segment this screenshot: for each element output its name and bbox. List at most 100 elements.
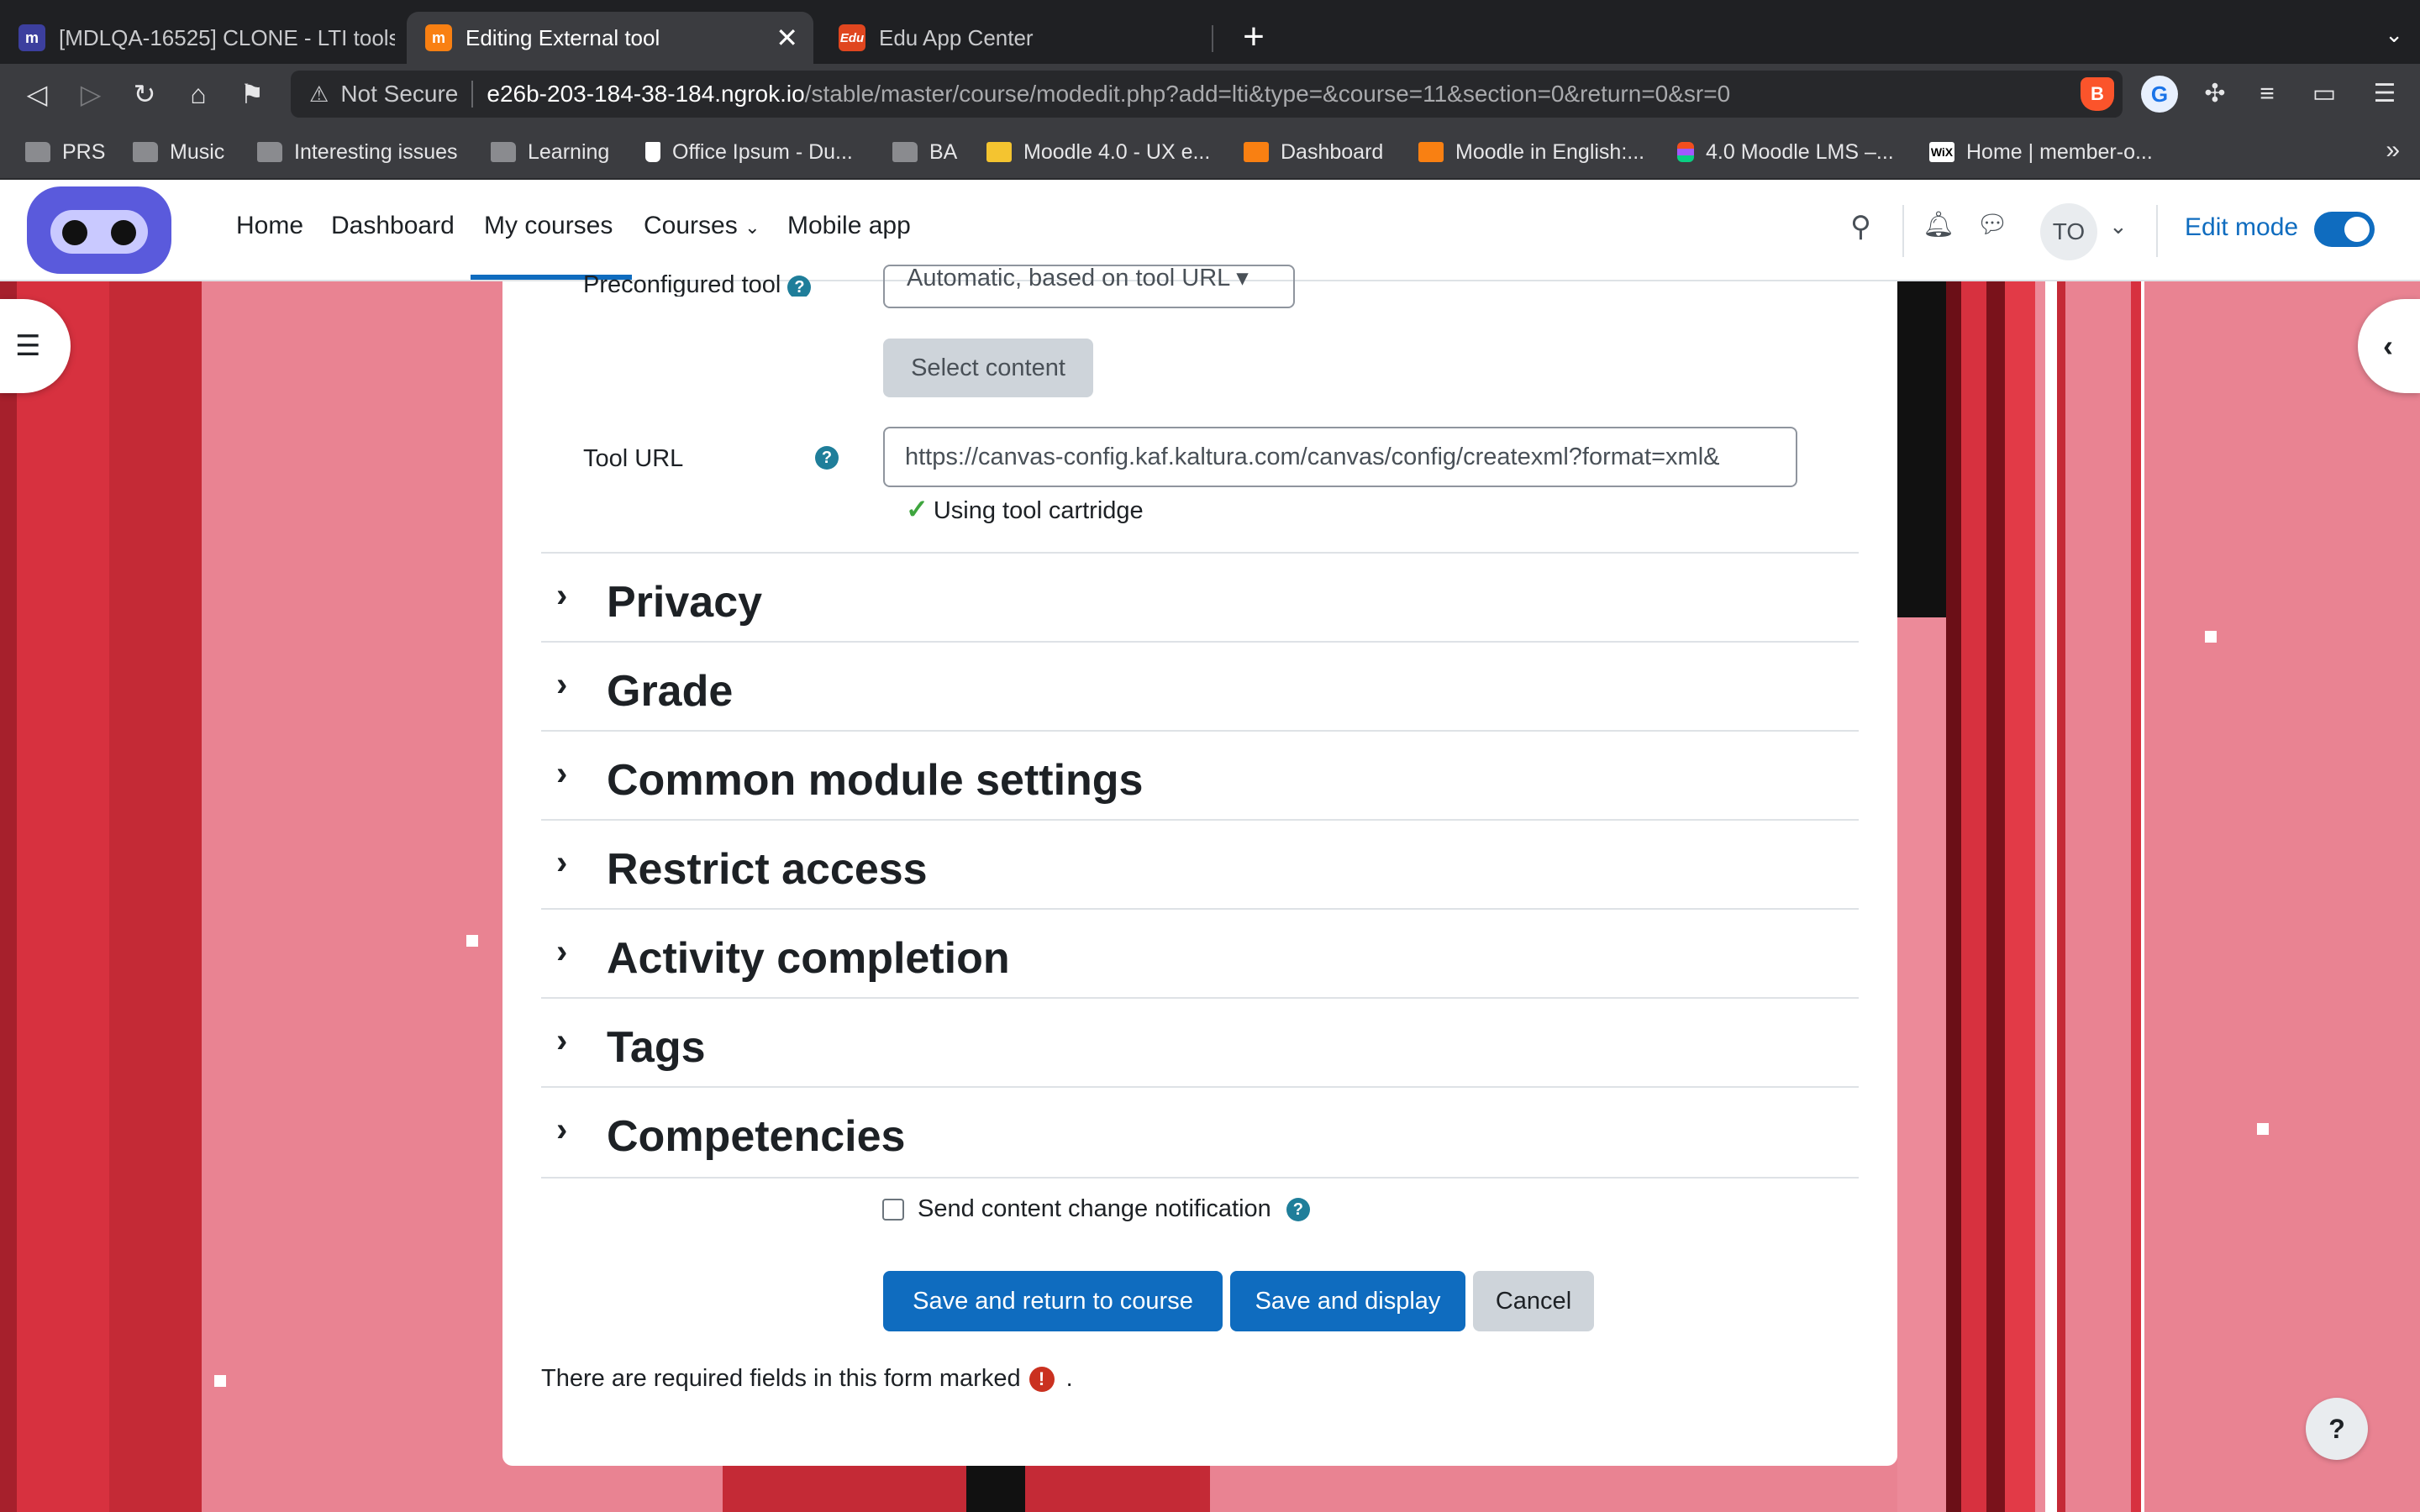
- address-separator: [471, 81, 474, 108]
- browser-tab-bar: m [MDLQA-16525] CLONE - LTI tools c m Ed…: [0, 0, 2420, 64]
- bookmark-prs[interactable]: PRS: [25, 138, 105, 166]
- preconfigured-tool-select[interactable]: Automatic, based on tool URL ▾: [883, 265, 1295, 308]
- forward-icon[interactable]: ▷: [72, 76, 109, 113]
- browser-tab-editing-external-tool[interactable]: m Editing External tool ✕: [407, 12, 813, 64]
- bookmark-moodle-ux[interactable]: Moodle 4.0 - UX e...: [986, 138, 1210, 166]
- section-restrict-access[interactable]: › Restrict access: [541, 819, 1859, 908]
- notification-bell-icon[interactable]: 🔔︎: [1923, 210, 1954, 239]
- logo-eye: [62, 220, 87, 245]
- google-translate-icon[interactable]: G: [2141, 76, 2178, 113]
- preconfigured-tool-value: Automatic, based on tool URL: [907, 265, 1230, 291]
- section-activity-completion[interactable]: › Activity completion: [541, 908, 1859, 997]
- bookmark-interesting-issues[interactable]: Interesting issues: [257, 138, 458, 166]
- messages-icon[interactable]: 💬︎: [1976, 210, 2008, 239]
- bookmark-icon[interactable]: ⚑: [234, 76, 271, 113]
- nav-my-courses[interactable]: My courses: [484, 212, 613, 240]
- bookmark-dashboard[interactable]: Dashboard: [1244, 138, 1383, 166]
- home-icon[interactable]: ⌂: [180, 76, 217, 113]
- save-and-display-button[interactable]: Save and display: [1230, 1271, 1465, 1331]
- moodle-icon: [1244, 142, 1269, 162]
- background-stripe: [1946, 281, 1961, 1512]
- section-tags[interactable]: › Tags: [541, 997, 1859, 1086]
- nav-courses[interactable]: Courses ⌄: [644, 212, 760, 240]
- bookmark-learning[interactable]: Learning: [491, 138, 609, 166]
- url-path: /stable/master/course/modedit.php?add=lt…: [804, 81, 1731, 107]
- brave-shield-icon[interactable]: B: [2081, 77, 2114, 111]
- required-fields-end: .: [1065, 1365, 1073, 1392]
- help-icon[interactable]: ?: [787, 276, 812, 297]
- bookmark-music[interactable]: Music: [133, 138, 224, 166]
- nav-dashboard[interactable]: Dashboard: [331, 212, 455, 240]
- background-stripe: [2045, 281, 2057, 1512]
- section-common-module-settings[interactable]: › Common module settings: [541, 730, 1859, 819]
- user-avatar[interactable]: TO: [2040, 203, 2097, 260]
- section-privacy[interactable]: › Privacy: [541, 552, 1859, 641]
- tool-url-label: Tool URL: [583, 445, 684, 472]
- background-stripe: [2057, 281, 2065, 1512]
- navbar-divider: [1902, 205, 1904, 257]
- tab-list-chevron-icon[interactable]: ⌄: [2385, 22, 2403, 48]
- cancel-button[interactable]: Cancel: [1473, 1271, 1594, 1331]
- edu-app-icon: Edu: [839, 24, 865, 51]
- background-stripe: [966, 1466, 1025, 1512]
- figma-icon: [1677, 142, 1694, 162]
- close-tab-icon[interactable]: ✕: [776, 22, 798, 54]
- background-stripe: [109, 281, 202, 1512]
- menu-icon[interactable]: ☰: [2365, 76, 2405, 113]
- edit-mode-toggle[interactable]: [2314, 212, 2375, 247]
- section-competencies[interactable]: › Competencies: [541, 1086, 1859, 1175]
- folder-icon: [892, 142, 918, 162]
- bookmark-moodle-in-english[interactable]: Moodle in English:...: [1418, 138, 1644, 166]
- save-and-return-button[interactable]: Save and return to course: [883, 1271, 1223, 1331]
- section-grade[interactable]: › Grade: [541, 641, 1859, 730]
- bookmark-label: Dashboard: [1281, 139, 1384, 164]
- moodle-icon: [1418, 142, 1444, 162]
- bookmark-label: Office Ipsum - Du...: [672, 139, 853, 164]
- nav-mobile-app[interactable]: Mobile app: [787, 212, 911, 240]
- folder-icon: [25, 142, 50, 162]
- wallet-icon[interactable]: ▭: [2304, 76, 2344, 113]
- bookmark-ba[interactable]: BA: [892, 138, 957, 166]
- logo-eye: [111, 220, 136, 245]
- section-title: Common module settings: [607, 756, 1144, 805]
- address-bar[interactable]: ⚠ Not Secure e26b-203-184-38-184.ngrok.i…: [291, 71, 2123, 118]
- chevron-right-icon: ›: [556, 933, 568, 970]
- tool-cartridge-note: ✓ Using tool cartridge: [906, 493, 1144, 525]
- extensions-icon[interactable]: ✣: [2195, 76, 2235, 113]
- security-label: Not Secure: [340, 81, 459, 107]
- tool-url-input[interactable]: https://canvas-config.kaf.kaltura.com/ca…: [883, 427, 1797, 487]
- user-menu-chevron-icon[interactable]: ⌄: [2109, 213, 2128, 239]
- tool-cartridge-text: Using tool cartridge: [933, 497, 1144, 524]
- bookmark-label: Home | member-o...: [1966, 139, 2153, 164]
- search-icon[interactable]: ⚲: [1850, 210, 1871, 244]
- bookmark-label: Moodle in English:...: [1455, 139, 1645, 164]
- bookmark-home-member[interactable]: WiX Home | member-o...: [1929, 138, 2153, 166]
- site-logo[interactable]: [27, 186, 171, 274]
- background-dot: [466, 935, 478, 947]
- bookmark-moodle-lms-figma[interactable]: 4.0 Moodle LMS –...: [1677, 138, 1894, 166]
- bookmarks-overflow-icon[interactable]: »: [2386, 136, 2400, 165]
- background-stripe: [2131, 281, 2141, 1512]
- help-icon[interactable]: ?: [815, 446, 839, 470]
- section-title: Competencies: [607, 1112, 906, 1161]
- select-content-button[interactable]: Select content: [883, 339, 1093, 397]
- chevron-right-icon: ›: [556, 1111, 568, 1148]
- chevron-down-icon: ⌄: [744, 217, 760, 238]
- playlist-icon[interactable]: ≡: [2247, 76, 2287, 113]
- help-fab-icon[interactable]: ?: [2306, 1398, 2368, 1460]
- browser-tab-mdlqa[interactable]: m [MDLQA-16525] CLONE - LTI tools c: [0, 12, 395, 64]
- wix-icon: WiX: [1929, 142, 1954, 162]
- help-icon[interactable]: ?: [1286, 1197, 1310, 1221]
- background-stripe: [1897, 281, 1946, 617]
- folder-icon: [257, 142, 282, 162]
- bookmark-office-ipsum[interactable]: Office Ipsum - Du...: [645, 138, 853, 166]
- reload-icon[interactable]: ↻: [126, 76, 163, 113]
- plus-icon[interactable]: +: [1232, 15, 1276, 59]
- back-icon[interactable]: ◁: [18, 76, 55, 113]
- tab-title: Editing External tool: [466, 24, 660, 50]
- browser-toolbar: ◁ ▷ ↻ ⌂ ⚑ ⚠ Not Secure e26b-203-184-38-1…: [0, 64, 2420, 124]
- browser-tab-edu-app-center[interactable]: Edu Edu App Center: [820, 12, 1207, 64]
- url-host: e26b-203-184-38-184.ngrok.io: [487, 81, 805, 107]
- send-notification-checkbox[interactable]: [882, 1198, 904, 1221]
- nav-home[interactable]: Home: [236, 212, 303, 240]
